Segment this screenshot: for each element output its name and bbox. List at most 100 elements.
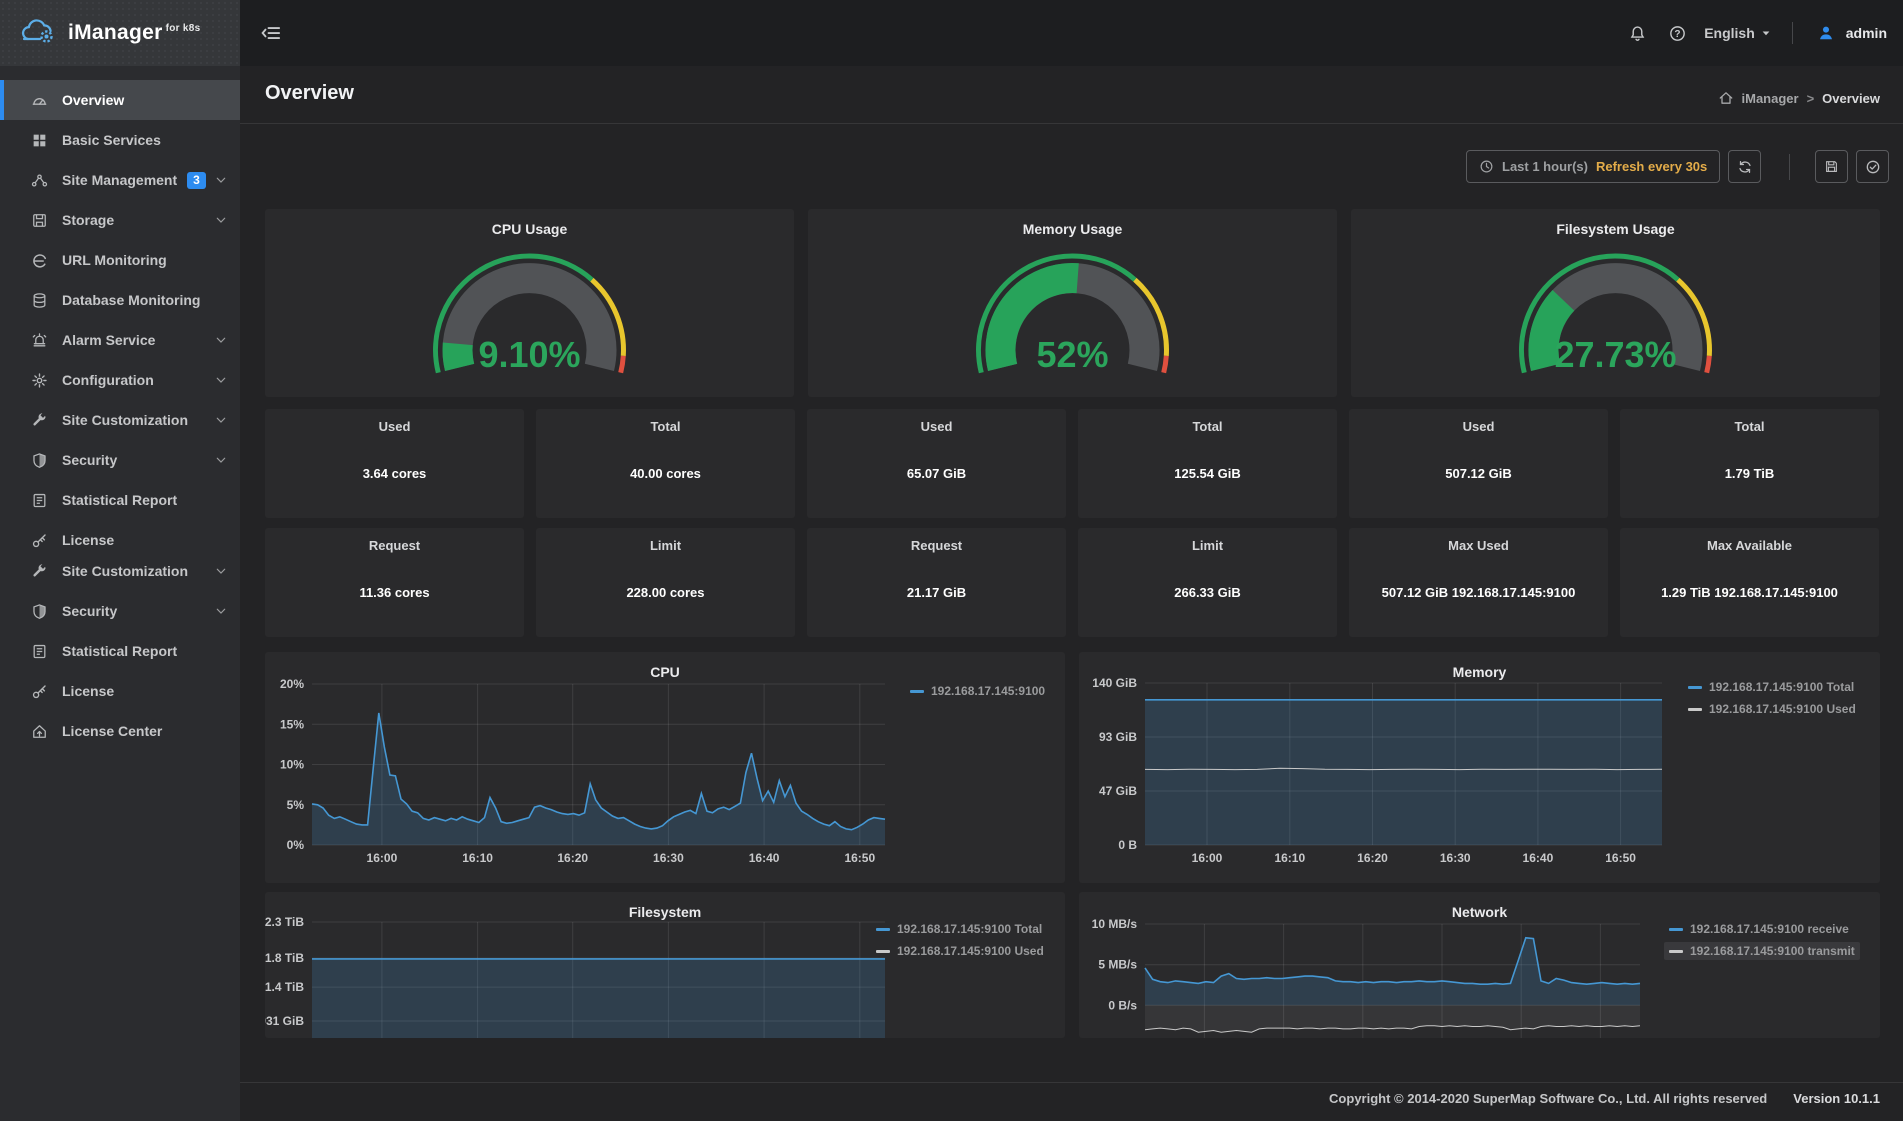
stat-card-total-5: Total1.79 TiB [1620, 409, 1879, 518]
svg-text:10%: 10% [280, 758, 304, 772]
stat-card-limit-7: Limit228.00 cores [536, 528, 795, 637]
sidebar-item-license-center-2[interactable]: License Center [0, 711, 240, 751]
stat-card-value: 11.36 cores [359, 585, 429, 600]
user-menu[interactable]: admin [1813, 20, 1887, 46]
legend-label: 192.168.17.145:9100 Used [1709, 702, 1856, 716]
legend-label: 192.168.17.145:9100 receive [1690, 922, 1849, 936]
sidebar-item-database-monitoring[interactable]: Database Monitoring [0, 280, 240, 320]
sidebar-item-security[interactable]: Security [0, 440, 240, 480]
wrench-icon [31, 412, 48, 429]
chevron-down-icon [214, 413, 228, 427]
gauge-chart: 27.73% [1351, 209, 1880, 397]
sidebar-item-label: Security [62, 452, 117, 468]
copyright-text: Copyright © 2014-2020 SuperMap Software … [1329, 1091, 1767, 1106]
chart-panel-cpu: CPU0%5%10%15%20%16:0016:1016:2016:3016:4… [265, 652, 1065, 883]
sidebar-item-site-customization[interactable]: Site Customization [0, 400, 240, 440]
language-label: English [1704, 25, 1755, 41]
svg-text:16:00: 16:00 [367, 851, 398, 865]
legend-item[interactable]: 192.168.17.145:9100 Total [1683, 678, 1859, 696]
legend-color-dash [1688, 686, 1702, 689]
breadcrumb-current: Overview [1822, 91, 1880, 106]
stat-card-value: 507.12 GiB [1445, 466, 1512, 481]
svg-text:0 B/s: 0 B/s [1108, 998, 1137, 1012]
sidebar-item-overview[interactable]: Overview [0, 80, 240, 120]
svg-text:16:10: 16:10 [1274, 851, 1305, 865]
sidebar-item-statistical-report[interactable]: Statistical Report [0, 480, 240, 520]
stat-card-value: 125.54 GiB [1174, 466, 1241, 481]
svg-text:5%: 5% [287, 798, 305, 812]
sidebar-item-statistical-report-2[interactable]: Statistical Report [0, 631, 240, 671]
sidebar-item-site-customization-2[interactable]: Site Customization [0, 551, 240, 591]
sidebar-item-security-2[interactable]: Security [0, 591, 240, 631]
shield-icon [31, 452, 48, 469]
legend-item[interactable]: 192.168.17.145:9100 Used [871, 942, 1049, 960]
legend-color-dash [876, 928, 890, 931]
svg-text:16:40: 16:40 [1523, 851, 1554, 865]
gauge-value: 9.10% [478, 334, 580, 375]
sidebar-item-basic-services[interactable]: Basic Services [0, 120, 240, 160]
legend-color-dash [1688, 708, 1702, 711]
stat-card-label: Used [921, 419, 953, 434]
clock-icon [1479, 159, 1494, 174]
chevron-down-icon [214, 213, 228, 227]
svg-text:16:20: 16:20 [557, 851, 588, 865]
refresh-button[interactable] [1728, 150, 1761, 183]
legend-item[interactable]: 192.168.17.145:9100 [905, 682, 1050, 700]
legend-color-dash [1669, 950, 1683, 953]
chart-panel-network: Network0 B/s5 MB/s10 MB/s192.168.17.145:… [1079, 892, 1880, 1038]
gauge-value: 52% [1036, 334, 1108, 375]
svg-text:16:30: 16:30 [1440, 851, 1471, 865]
breadcrumb-separator: > [1807, 91, 1815, 106]
time-range-selector[interactable]: Last 1 hour(s) Refresh every 30s [1466, 150, 1720, 183]
sidebar-item-site-management[interactable]: Site Management3 [0, 160, 240, 200]
sidebar-item-alarm-service[interactable]: Alarm Service [0, 320, 240, 360]
sidebar-collapse-icon[interactable] [258, 20, 284, 46]
chart-panel-filesystem: Filesystem931 GiB1.4 TiB1.8 TiB2.3 TiB19… [265, 892, 1065, 1038]
sidebar-item-configuration[interactable]: Configuration [0, 360, 240, 400]
legend-item[interactable]: 192.168.17.145:9100 Total [871, 920, 1047, 938]
sidebar-item-label: Overview [62, 92, 124, 108]
legend-item[interactable]: 192.168.17.145:9100 transmit [1664, 942, 1860, 960]
stat-card-label: Request [911, 538, 962, 553]
stat-card-label: Total [1192, 419, 1222, 434]
gauge-title: Memory Usage [808, 221, 1337, 237]
sidebar-item-url-monitoring[interactable]: URL Monitoring [0, 240, 240, 280]
help-icon[interactable]: ? [1664, 20, 1690, 46]
sidebar-item-license-2[interactable]: License [0, 671, 240, 711]
sidebar-item-label: Security [62, 603, 117, 619]
chevron-down-icon [214, 604, 228, 618]
stat-card-total-1: Total40.00 cores [536, 409, 795, 518]
sidebar-item-label: License [62, 683, 114, 699]
stat-card-label: Total [1734, 419, 1764, 434]
stat-card-max-used-10: Max Used507.12 GiB 192.168.17.145:9100 [1349, 528, 1608, 637]
stat-card-label: Max Available [1707, 538, 1792, 553]
stat-card-value: 65.07 GiB [907, 466, 966, 481]
topbar-divider [1792, 22, 1793, 44]
svg-text:16:50: 16:50 [844, 851, 875, 865]
save-button[interactable] [1815, 150, 1848, 183]
legend-item[interactable]: 192.168.17.145:9100 receive [1664, 920, 1854, 938]
legend-item[interactable]: 192.168.17.145:9100 Used [1683, 700, 1861, 718]
breadcrumb: iManager > Overview [1718, 90, 1881, 106]
svg-text:1.8 TiB: 1.8 TiB [265, 951, 304, 965]
sidebar-item-storage[interactable]: Storage [0, 200, 240, 240]
legend-color-dash [876, 950, 890, 953]
top-header: iManagerfor k8s ? English [0, 0, 1903, 66]
stat-card-max-available-11: Max Available 1.29 TiB 192.168.17.145:910… [1620, 528, 1879, 637]
apply-check-button[interactable] [1856, 150, 1889, 183]
language-selector[interactable]: English [1704, 25, 1772, 41]
stat-card-request-6: Request11.36 cores [265, 528, 524, 637]
stat-card-label: Limit [650, 538, 681, 553]
breadcrumb-root[interactable]: iManager [1742, 91, 1799, 106]
svg-text:16:40: 16:40 [749, 851, 780, 865]
gauge-panel-memory-usage: Memory Usage 52% [808, 209, 1337, 397]
chart-title: Network [1079, 904, 1880, 920]
legend-label: 192.168.17.145:9100 Total [897, 922, 1042, 936]
stat-card-value: 1.29 TiB 192.168.17.145:9100 [1661, 585, 1838, 600]
user-icon [1813, 20, 1839, 46]
sidebar-item-label: Configuration [62, 372, 154, 388]
key-icon [31, 683, 48, 700]
notification-bell-icon[interactable] [1624, 20, 1650, 46]
shield-icon [31, 603, 48, 620]
home-icon[interactable] [1718, 90, 1734, 106]
